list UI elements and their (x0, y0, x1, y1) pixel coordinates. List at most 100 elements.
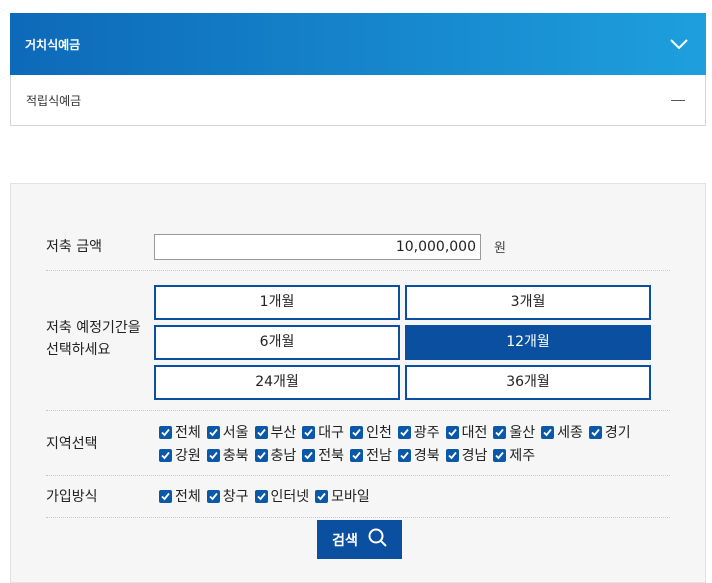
join-method-checkbox[interactable]: 전체 (159, 486, 201, 506)
check-icon[interactable] (541, 425, 555, 439)
region-checkbox[interactable]: 전체 (159, 422, 201, 442)
join-method-label: 가입방식 (46, 489, 98, 505)
period-option-button[interactable]: 1개월 (154, 285, 400, 320)
period-option-button[interactable]: 6개월 (154, 325, 400, 360)
region-checkbox-label: 충남 (270, 448, 297, 464)
region-checkbox[interactable]: 인천 (350, 422, 392, 442)
region-checkbox[interactable]: 전남 (350, 445, 392, 465)
divider (46, 517, 670, 518)
period-label: 저축 예정기간을 선택하세요 (46, 317, 141, 361)
check-icon[interactable] (206, 425, 220, 439)
region-checkbox-label: 대구 (318, 425, 345, 441)
region-checkbox[interactable]: 경기 (588, 422, 631, 442)
tab-installment-label: 적립식예금 (26, 93, 82, 108)
search-button-label: 검색 (332, 532, 358, 549)
amount-row: 저축 금액 10,000,000 원 (46, 234, 670, 260)
check-icon[interactable] (315, 489, 329, 503)
period-label-line1: 저축 예정기간을 (46, 320, 141, 336)
region-checkbox-label: 경기 (604, 425, 631, 441)
region-options-line1: 전체 서울 부산 대구 인천 광주 대전 울산 세종 경기 (159, 422, 637, 442)
period-option-button[interactable]: 12개월 (405, 325, 651, 360)
period-label-line2: 선택하세요 (46, 342, 111, 358)
region-checkbox-label: 경북 (413, 448, 440, 464)
check-icon[interactable] (302, 425, 316, 439)
check-icon[interactable] (350, 448, 364, 462)
amount-unit: 원 (494, 241, 506, 256)
region-row: 지역선택 전체 서울 부산 대구 인천 광주 대전 울산 세종 경기 강원 충북 충남 전북 전남 경북 경남… (46, 422, 670, 468)
region-checkbox-label: 전북 (318, 448, 345, 464)
region-checkbox[interactable]: 충남 (254, 445, 297, 465)
region-checkbox[interactable]: 충북 (206, 445, 249, 465)
region-checkbox-label: 광주 (413, 425, 440, 441)
period-option-button[interactable]: 3개월 (405, 285, 651, 320)
join-method-checkbox[interactable]: 인터넷 (254, 486, 310, 506)
region-checkbox-label: 강원 (175, 448, 201, 464)
region-options-line2: 강원 충북 충남 전북 전남 경북 경남 제주 (159, 445, 541, 465)
region-label: 지역선택 (46, 436, 98, 452)
tab-installment-savings[interactable]: 적립식예금 (10, 75, 706, 126)
check-icon[interactable] (254, 489, 268, 503)
check-icon[interactable] (445, 425, 459, 439)
region-checkbox-label: 충북 (222, 448, 249, 464)
join-method-options: 전체 창구 인터넷 모바일 (159, 486, 376, 506)
region-checkbox-label: 세종 (557, 425, 583, 441)
region-checkbox-label: 부산 (270, 425, 297, 441)
region-checkbox[interactable]: 대구 (302, 422, 344, 442)
check-icon[interactable] (493, 448, 507, 462)
join-method-checkbox-label: 전체 (175, 489, 201, 505)
region-checkbox-label: 대전 (461, 425, 488, 441)
check-icon[interactable] (350, 425, 364, 439)
region-checkbox[interactable]: 부산 (254, 422, 297, 442)
region-checkbox[interactable]: 울산 (493, 422, 535, 442)
amount-input[interactable]: 10,000,000 (154, 234, 481, 260)
check-icon[interactable] (206, 448, 220, 462)
period-option-button[interactable]: 24개월 (154, 365, 400, 400)
divider (46, 270, 670, 271)
join-method-checkbox[interactable]: 창구 (206, 486, 249, 506)
check-icon[interactable] (206, 489, 220, 503)
chevron-down-icon[interactable] (670, 38, 688, 50)
region-checkbox-label: 서울 (222, 425, 249, 441)
region-checkbox-label: 제주 (509, 448, 536, 464)
check-icon[interactable] (159, 425, 172, 439)
region-checkbox-label: 전남 (366, 448, 392, 464)
region-checkbox[interactable]: 대전 (445, 422, 488, 442)
region-checkbox[interactable]: 강원 (159, 445, 201, 465)
check-icon[interactable] (588, 425, 602, 439)
check-icon[interactable] (445, 448, 459, 462)
minus-icon[interactable] (671, 99, 685, 101)
region-checkbox[interactable]: 세종 (541, 422, 583, 442)
check-icon[interactable] (397, 425, 411, 439)
region-checkbox[interactable]: 제주 (493, 445, 535, 465)
search-form-panel: 저축 금액 10,000,000 원 저축 예정기간을 선택하세요 1개월 3개월… (10, 183, 706, 583)
join-method-checkbox-label: 창구 (222, 489, 249, 505)
search-button[interactable]: 검색 (317, 520, 402, 559)
check-icon[interactable] (159, 448, 172, 462)
period-option-button[interactable]: 36개월 (405, 365, 651, 400)
join-method-checkbox-label: 모바일 (331, 489, 370, 505)
divider (46, 410, 670, 411)
join-method-checkbox-label: 인터넷 (270, 489, 310, 505)
region-checkbox[interactable]: 전북 (302, 445, 344, 465)
check-icon[interactable] (159, 489, 172, 503)
tab-lump-sum-label: 거치식예금 (25, 37, 81, 52)
region-checkbox[interactable]: 서울 (206, 422, 249, 442)
region-checkbox-label: 인천 (366, 425, 392, 441)
check-icon[interactable] (397, 448, 411, 462)
region-checkbox[interactable]: 광주 (397, 422, 440, 442)
check-icon[interactable] (302, 448, 316, 462)
period-row: 저축 예정기간을 선택하세요 1개월 3개월 6개월 12개월 24개월 36개월 (46, 285, 670, 401)
divider (46, 475, 670, 476)
deposit-type-tabs: 거치식예금 적립식예금 (10, 13, 706, 126)
region-checkbox-label: 전체 (175, 425, 201, 441)
join-method-checkbox[interactable]: 모바일 (315, 486, 370, 506)
region-checkbox[interactable]: 경남 (445, 445, 487, 465)
region-checkbox[interactable]: 경북 (397, 445, 440, 465)
region-checkbox-label: 울산 (509, 425, 536, 441)
join-method-row: 가입방식 전체 창구 인터넷 모바일 (46, 486, 670, 508)
amount-label: 저축 금액 (46, 239, 102, 255)
check-icon[interactable] (493, 425, 507, 439)
check-icon[interactable] (254, 425, 268, 439)
check-icon[interactable] (254, 448, 268, 462)
tab-lump-sum-deposit[interactable]: 거치식예금 (10, 13, 706, 75)
